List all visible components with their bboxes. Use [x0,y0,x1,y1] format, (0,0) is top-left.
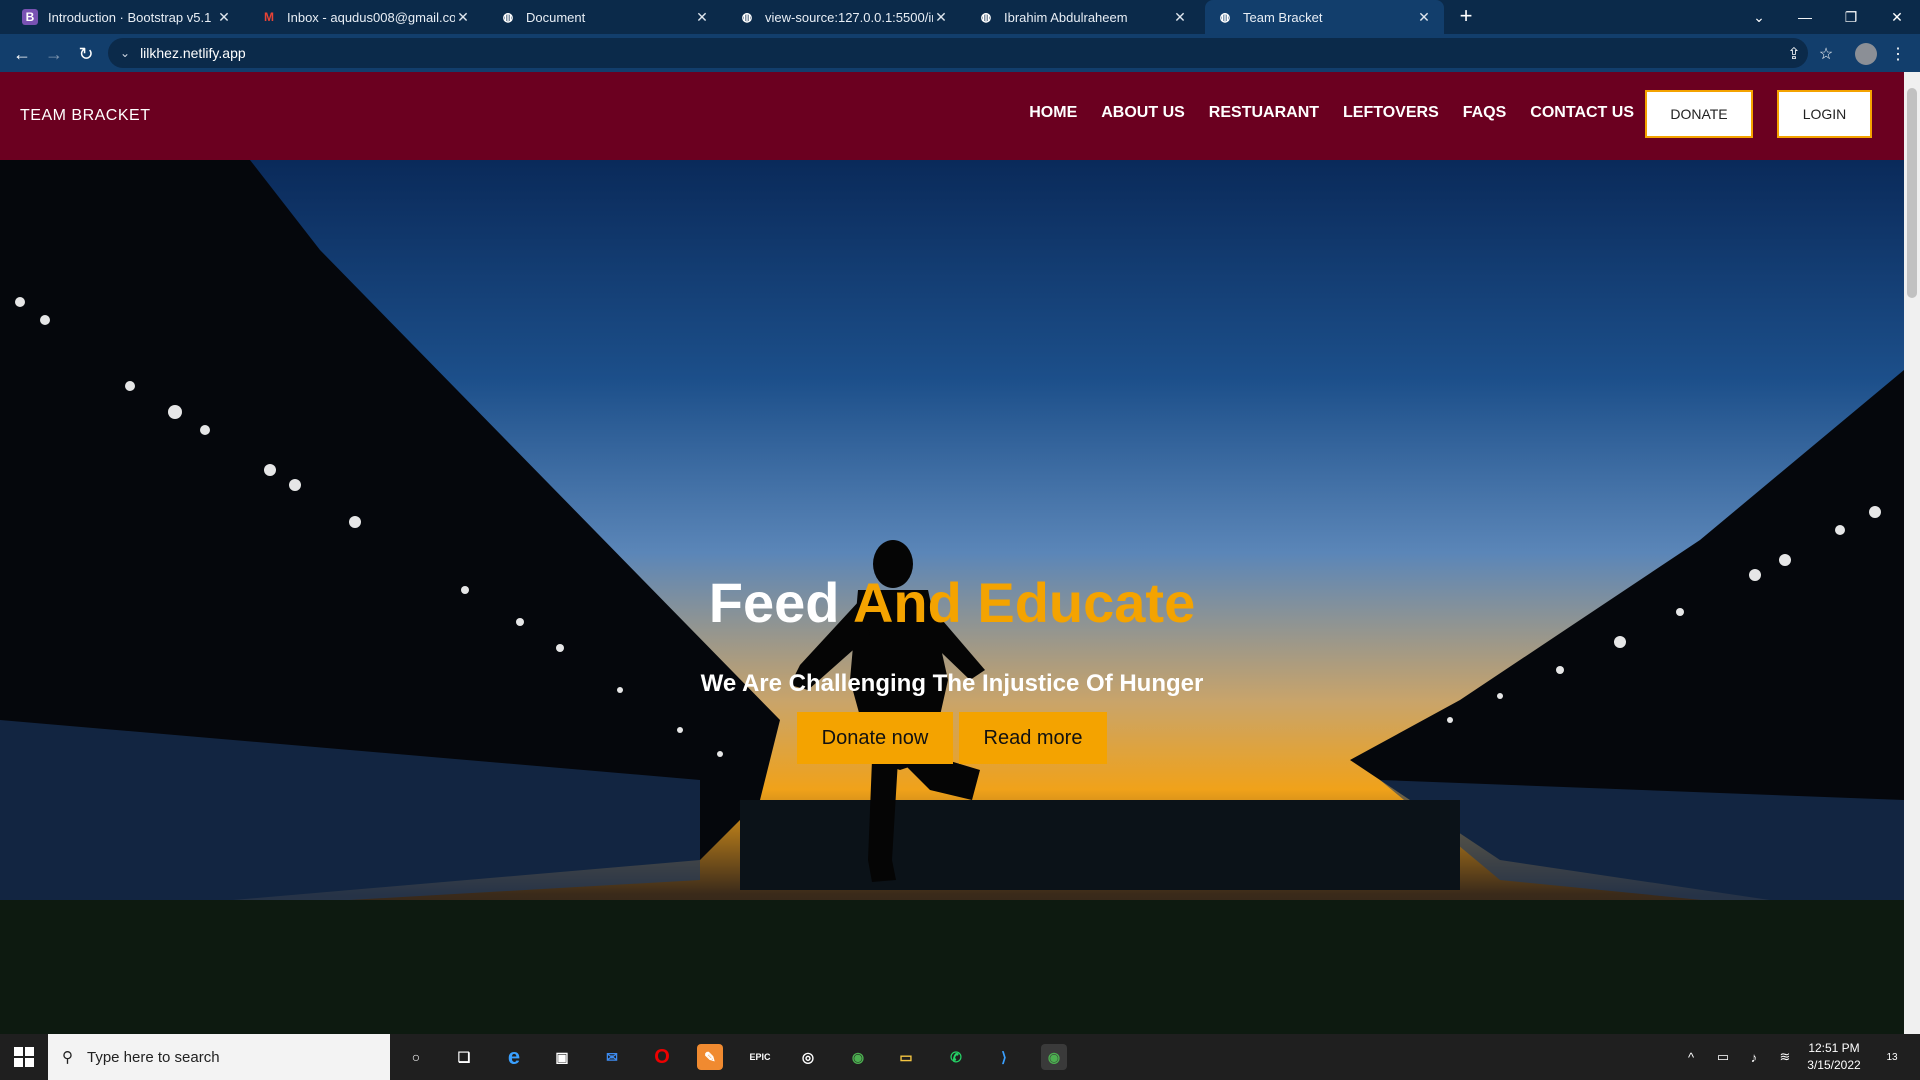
address-bar[interactable]: ⌄ lilkhez.netlify.app [108,38,1808,68]
nav-leftovers[interactable]: LEFTOVERS [1343,104,1439,122]
nav-links: HOME ABOUT US RESTUARANT LEFTOVERS FAQS … [1029,104,1634,122]
chevron-down-icon[interactable]: ⌄ [120,46,130,60]
globe-icon: ◍ [1219,10,1231,24]
tab-title: Inbox - aqudus008@gmail.com - [287,9,455,25]
donate-now-button[interactable]: Donate now [797,712,953,764]
new-tab-button[interactable]: + [1454,5,1478,29]
browser-tab[interactable]: ◍ view-source:127.0.0.1:5500/inde ✕ [727,0,961,34]
avatar[interactable] [1855,43,1877,65]
globe-icon: ◍ [741,10,753,24]
paint-icon[interactable]: ✎ [697,1044,723,1070]
clock-time: 12:51 PM [1808,1041,1860,1055]
close-icon[interactable]: ✕ [1172,9,1188,26]
browser-tab[interactable]: ◍ Ibrahim Abdulraheem ✕ [966,0,1200,34]
nav-restuarant[interactable]: RESTUARANT [1209,104,1319,122]
hero-title-accent: And Educate [852,571,1196,634]
browser-tab-strip: B Introduction · Bootstrap v5.1 ✕ M Inbo… [0,0,1920,34]
chevron-up-icon[interactable]: ^ [1682,1048,1700,1066]
mail-icon[interactable]: ✉ [599,1044,625,1070]
gmail-icon: M [264,10,274,24]
close-window-icon[interactable]: ✕ [1874,0,1920,34]
tab-title: Team Bracket [1243,9,1323,25]
restore-icon[interactable]: ❐ [1828,0,1874,34]
scrollbar-thumb[interactable] [1907,88,1917,298]
url-text: lilkhez.netlify.app [140,45,246,61]
close-icon[interactable]: ✕ [1416,9,1432,26]
browser-tab-active[interactable]: ◍ Team Bracket ✕ [1205,0,1444,34]
hero-section: Feed And Educate We Are Challenging The … [0,160,1904,1034]
browser-toolbar: ← → ↻ ⌄ lilkhez.netlify.app ⇪ ☆ ⋮ [0,34,1920,72]
globe-icon: ◍ [502,10,514,24]
close-icon[interactable]: ✕ [216,9,232,26]
share-icon[interactable]: ⇪ [1780,40,1808,68]
hero-title-part1: Feed [708,571,840,634]
opera-icon[interactable]: O [649,1044,675,1070]
nav-home[interactable]: HOME [1029,104,1077,122]
battery-icon[interactable]: ▭ [1714,1048,1732,1066]
vscode-icon[interactable]: ⟩ [991,1044,1017,1070]
store-icon[interactable]: ▣ [549,1044,575,1070]
taskbar-search[interactable]: ⚲ Type here to search [48,1034,390,1080]
tab-title: Introduction · Bootstrap v5.1 [48,9,212,25]
reload-icon[interactable]: ↻ [72,40,100,68]
edge-icon[interactable]: e [501,1044,527,1070]
task-view-icon[interactable]: ❏ [451,1044,477,1070]
epic-games-icon[interactable]: EPIC [747,1044,773,1070]
back-icon[interactable]: ← [8,40,36,68]
close-icon[interactable]: ✕ [933,9,949,26]
windows-start-icon[interactable] [0,1034,48,1080]
browser-tab[interactable]: B Introduction · Bootstrap v5.1 ✕ [10,0,244,34]
tab-title: Ibrahim Abdulraheem [1004,9,1128,25]
page-scrollbar[interactable] [1904,72,1920,1034]
search-placeholder: Type here to search [87,1048,220,1066]
read-more-button[interactable]: Read more [959,712,1107,764]
tab-title: view-source:127.0.0.1:5500/inde [765,9,933,25]
nav-faqs[interactable]: FAQS [1463,104,1507,122]
chrome-active-icon[interactable]: ◉ [1041,1044,1067,1070]
clock-date: 3/15/2022 [1807,1058,1861,1072]
nav-about-us[interactable]: ABOUT US [1101,104,1185,122]
close-icon[interactable]: ✕ [694,9,710,26]
globe-icon: ◍ [980,10,992,24]
chrome-icon[interactable]: ◉ [845,1044,871,1070]
hero-title: Feed And Educate [0,570,1904,635]
tab-search-chevron-icon[interactable]: ⌄ [1736,0,1782,34]
star-icon[interactable]: ☆ [1812,40,1840,68]
network-icon[interactable]: ≋ [1776,1048,1794,1066]
browser-tab[interactable]: ◍ Document ✕ [488,0,722,34]
windows-taskbar: ⚲ Type here to search ○ ❏ e ▣ ✉ O ✎ EPIC… [0,1034,1920,1080]
file-explorer-icon[interactable]: ▭ [893,1044,919,1070]
close-icon[interactable]: ✕ [455,9,471,26]
bootstrap-icon: B [22,9,38,25]
volume-icon[interactable]: ♪ [1745,1048,1763,1066]
menu-dots-icon[interactable]: ⋮ [1884,40,1912,68]
donate-button[interactable]: DONATE [1645,90,1753,138]
minimize-icon[interactable]: — [1782,0,1828,34]
system-clock[interactable]: 12:51 PM 3/15/2022 [1800,1040,1868,1074]
web-page: TEAM BRACKET HOME ABOUT US RESTUARANT LE… [0,72,1904,1034]
site-navbar: TEAM BRACKET HOME ABOUT US RESTUARANT LE… [0,72,1904,160]
hero-buttons: Donate now Read more [0,712,1904,764]
forward-icon[interactable]: → [40,40,68,68]
cortana-icon[interactable]: ○ [403,1044,429,1070]
site-brand[interactable]: TEAM BRACKET [20,107,150,125]
tab-title: Document [526,9,586,25]
search-icon: ⚲ [62,1049,73,1066]
nav-contact-us[interactable]: CONTACT US [1530,104,1634,122]
login-button[interactable]: LOGIN [1777,90,1872,138]
notification-center-icon[interactable]: 13 [1880,1048,1904,1066]
browser-tab[interactable]: M Inbox - aqudus008@gmail.com - ✕ [249,0,483,34]
whatsapp-icon[interactable]: ✆ [943,1044,969,1070]
obs-icon[interactable]: ◎ [795,1044,821,1070]
hero-subtitle: We Are Challenging The Injustice Of Hung… [700,670,1204,697]
